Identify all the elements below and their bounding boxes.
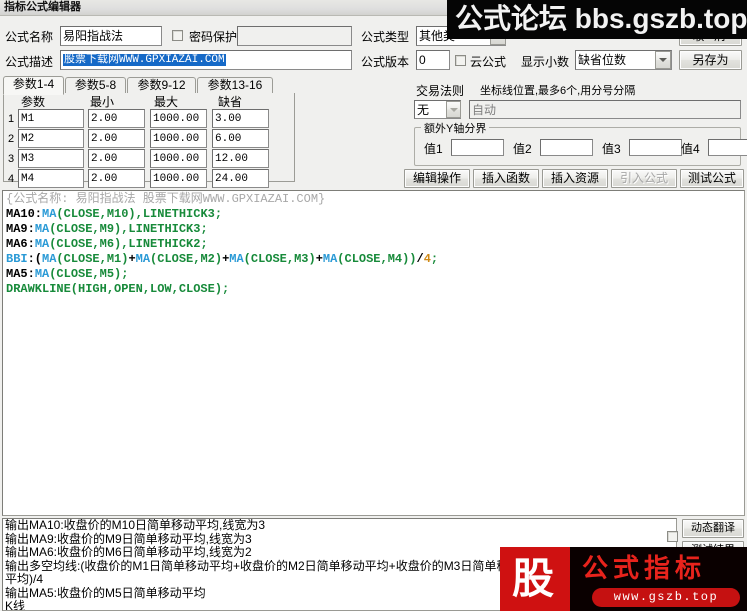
param-name-input[interactable]: M1	[18, 109, 84, 128]
value2-input[interactable]	[540, 139, 593, 156]
col-header-param: 参数	[21, 95, 46, 109]
cloud-formula-label: 云公式	[470, 55, 507, 69]
param-max-input[interactable]: 1000.00	[150, 109, 207, 128]
code-line-ma5: MA5:MA(CLOSE,M5);	[6, 267, 129, 281]
param-name-input[interactable]: M3	[18, 149, 84, 168]
value2-label: 值2	[513, 142, 532, 156]
param-name-input[interactable]: M4	[18, 169, 84, 188]
password-protect-checkbox[interactable]	[172, 30, 183, 41]
trade-rule-chevron-down-icon[interactable]	[446, 101, 461, 118]
param-default-input[interactable]: 3.00	[212, 109, 269, 128]
axis-position-input[interactable]: 自动	[469, 100, 741, 119]
code-line-ma9: MA9:MA(CLOSE,M9),LINETHICK3;	[6, 222, 208, 236]
top-watermark-text: 公式论坛 bbs.gszb.top	[455, 3, 747, 34]
code-line-drawkline: DRAWKLINE(HIGH,OPEN,LOW,CLOSE);	[6, 282, 230, 296]
code-line-ma10: MA10:MA(CLOSE,M10),LINETHICK3;	[6, 207, 223, 221]
param-name-input[interactable]: M2	[18, 129, 84, 148]
import-formula-button[interactable]: 引入公式	[611, 169, 677, 188]
password-input[interactable]	[237, 26, 352, 46]
axis-position-hint: 坐标线位置,最多6个,用分号分隔	[480, 85, 636, 97]
value4-input[interactable]	[708, 139, 747, 156]
formula-name-input[interactable]: 易阳指战法	[60, 26, 162, 46]
code-content: {公式名称: 易阳指战法 股票下载网WWW.GPXIAZAI.COM} MA10…	[6, 192, 438, 297]
output-line: 输出MA5:收盘价的M5日简单移动平均	[5, 585, 206, 600]
value4-label: 值4	[681, 142, 700, 156]
insert-function-button[interactable]: 插入函数	[473, 169, 539, 188]
watermark-title-text: 公式指标	[582, 553, 707, 583]
col-header-max: 最大	[154, 95, 179, 109]
tab-params-13-16[interactable]: 参数13-16	[197, 77, 273, 94]
output-line: 输出多空均线:(收盘价的M1日简单移动平均+收盘价的M2日简单移动平均+收盘价的…	[5, 558, 521, 573]
show-decimal-label: 显示小数	[521, 55, 570, 69]
window-title: 指标公式编辑器	[4, 1, 81, 13]
trade-rule-label: 交易法则	[416, 84, 465, 98]
tab-params-1-4[interactable]: 参数1-4	[3, 76, 64, 95]
param-table-panel: 参数 最小 最大 缺省 1 M1 2.00 1000.00 3.00 2 M2 …	[3, 93, 295, 188]
output-option-checkbox[interactable]	[667, 531, 678, 542]
param-max-input[interactable]: 1000.00	[150, 149, 207, 168]
param-min-input[interactable]: 2.00	[88, 169, 145, 188]
decimal-digits-chevron-down-icon[interactable]	[655, 51, 671, 69]
bottom-watermark-banner: 股 公式指标 www.gszb.top	[500, 547, 747, 611]
row-index: 3	[7, 153, 15, 165]
param-default-input[interactable]: 6.00	[212, 129, 269, 148]
extra-y-axis-group: 额外Y轴分界 值1 值2 值3 值4	[414, 120, 747, 166]
watermark-url-text: www.gszb.top	[613, 590, 719, 604]
tab-params-9-12[interactable]: 参数9-12	[127, 77, 196, 94]
output-line: 输出MA9:收盘价的M9日简单移动平均,线宽为3	[5, 531, 252, 546]
code-line-ma6: MA6:MA(CLOSE,M6),LINETHICK2;	[6, 237, 208, 251]
tab-params-5-8[interactable]: 参数5-8	[65, 77, 126, 94]
formula-desc-label: 公式描述	[5, 55, 54, 69]
test-formula-button[interactable]: 测试公式	[680, 169, 744, 188]
password-protect-label: 密码保护	[189, 30, 238, 44]
param-max-input[interactable]: 1000.00	[150, 129, 207, 148]
code-editor[interactable]: {公式名称: 易阳指战法 股票下载网WWW.GPXIAZAI.COM} MA10…	[2, 190, 745, 516]
formula-editor-window: 指标公式编辑器 公式名称 易阳指战法 密码保护 公式类型 其他类 公式描述 股票…	[0, 0, 747, 611]
watermark-gu-char: 股	[512, 554, 555, 603]
output-line: 输出MA10:收盘价的M10日简单移动平均,线宽为3	[5, 518, 266, 532]
col-header-min: 最小	[90, 95, 115, 109]
param-default-input[interactable]: 12.00	[212, 149, 269, 168]
cloud-formula-checkbox[interactable]	[455, 55, 466, 66]
param-min-input[interactable]: 2.00	[88, 149, 145, 168]
param-min-input[interactable]: 2.00	[88, 129, 145, 148]
row-index: 4	[7, 173, 15, 185]
formula-type-label: 公式类型	[361, 30, 410, 44]
output-line: 输出MA6:收盘价的M6日简单移动平均,线宽为2	[5, 545, 252, 559]
value1-label: 值1	[424, 142, 443, 156]
row-index: 1	[7, 113, 15, 125]
save-as-button[interactable]: 另存为	[679, 50, 742, 70]
code-line-bbi: BBI:(MA(CLOSE,M1)+MA(CLOSE,M2)+MA(CLOSE,…	[6, 252, 439, 266]
code-line-comment: {公式名称: 易阳指战法 股票下载网WWW.GPXIAZAI.COM}	[6, 192, 326, 206]
value3-label: 值3	[602, 142, 621, 156]
output-text: 输出MA10:收盘价的M10日简单移动平均,线宽为3 输出MA9:收盘价的M9日…	[5, 518, 521, 611]
col-header-default: 缺省	[218, 95, 243, 109]
top-watermark-banner: 公式论坛 bbs.gszb.top	[447, 0, 747, 39]
param-default-input[interactable]: 24.00	[212, 169, 269, 188]
formula-name-label: 公式名称	[5, 30, 54, 44]
param-max-input[interactable]: 1000.00	[150, 169, 207, 188]
param-min-input[interactable]: 2.00	[88, 109, 145, 128]
formula-version-input[interactable]: 0	[416, 50, 450, 70]
value3-input[interactable]	[629, 139, 682, 156]
formula-desc-input[interactable]: 股票下载网WWW.GPXIAZAI.COM	[60, 50, 352, 70]
formula-version-label: 公式版本	[361, 55, 410, 69]
edit-operations-button[interactable]: 编辑操作	[404, 169, 470, 188]
value1-input[interactable]	[451, 139, 504, 156]
extra-y-axis-caption: 额外Y轴分界	[421, 120, 490, 136]
insert-resource-button[interactable]: 插入资源	[542, 169, 608, 188]
row-index: 2	[7, 133, 15, 145]
dynamic-translate-button[interactable]: 动态翻译	[682, 519, 744, 538]
output-line: 平均)/4	[5, 572, 44, 586]
watermark-url-pill: www.gszb.top	[592, 588, 740, 607]
formula-desc-selected-text: 股票下载网WWW.GPXIAZAI.COM	[63, 54, 226, 66]
output-line: K线	[5, 599, 26, 611]
